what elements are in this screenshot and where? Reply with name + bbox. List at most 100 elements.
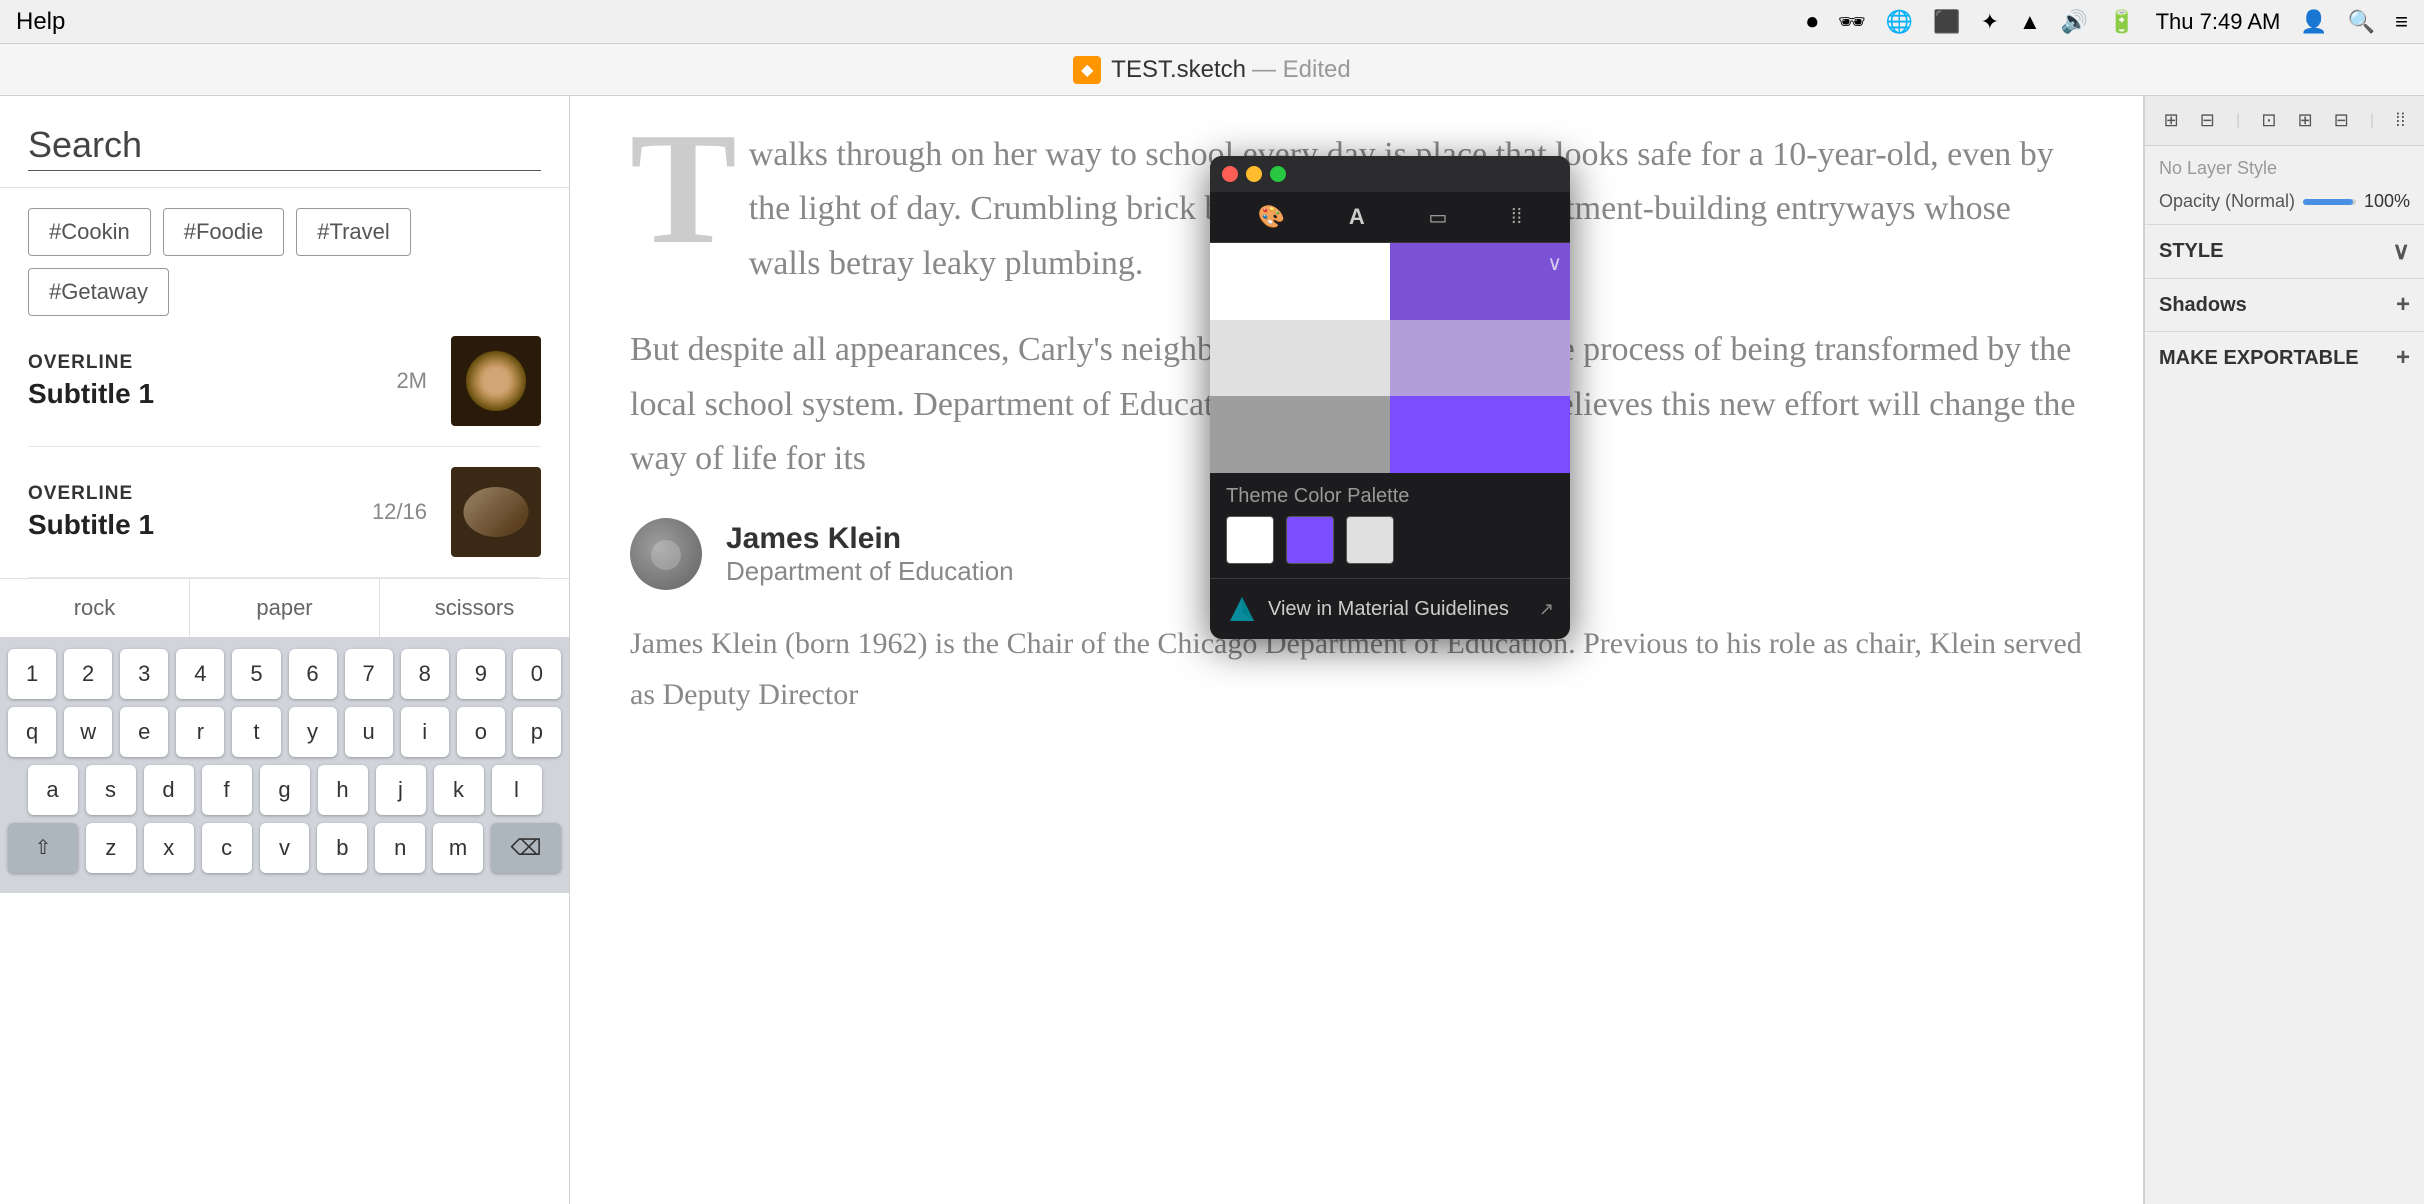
key-w[interactable]: w xyxy=(64,707,112,757)
author-avatar xyxy=(630,518,702,590)
color-swatch-gray[interactable] xyxy=(1210,396,1390,473)
color-tool-text[interactable]: A xyxy=(1349,204,1365,230)
battery-icon: 🔋 xyxy=(2108,9,2135,35)
key-e[interactable]: e xyxy=(120,707,168,757)
list-item-text-2: OVERLINE Subtitle 1 xyxy=(28,483,356,541)
key-f[interactable]: f xyxy=(202,765,252,815)
color-swatch-midpurple[interactable] xyxy=(1390,320,1570,397)
key-2[interactable]: 2 xyxy=(64,649,112,699)
key-7[interactable]: 7 xyxy=(345,649,393,699)
close-button[interactable] xyxy=(1222,166,1238,182)
search-icon[interactable]: 🔍 xyxy=(2348,9,2375,35)
list-item-2[interactable]: OVERLINE Subtitle 1 12/16 xyxy=(28,447,541,578)
hashtag-travel[interactable]: #Travel xyxy=(296,208,411,256)
key-s[interactable]: s xyxy=(86,765,136,815)
minimize-button[interactable] xyxy=(1246,166,1262,182)
color-tool-rect[interactable]: ▭ xyxy=(1428,205,1447,230)
key-d[interactable]: d xyxy=(144,765,194,815)
color-tool-palette[interactable]: 🎨 xyxy=(1258,204,1285,230)
hashtag-getaway[interactable]: #Getaway xyxy=(28,268,169,316)
list-icon[interactable]: ≡ xyxy=(2395,9,2408,35)
key-c[interactable]: c xyxy=(202,823,252,873)
key-z[interactable]: z xyxy=(86,823,136,873)
color-swatch-purple[interactable]: ∨ xyxy=(1390,243,1570,320)
bottom-tabs: rock paper scissors xyxy=(0,578,569,637)
key-4[interactable]: 4 xyxy=(176,649,224,699)
key-g[interactable]: g xyxy=(260,765,310,815)
opacity-bar-fill xyxy=(2303,199,2353,205)
key-i[interactable]: i xyxy=(401,707,449,757)
style-chevron[interactable]: ∨ xyxy=(2392,237,2410,266)
key-8[interactable]: 8 xyxy=(401,649,449,699)
maximize-button[interactable] xyxy=(1270,166,1286,182)
key-b[interactable]: b xyxy=(317,823,367,873)
title-bar: ◆ TEST.sketch — Edited xyxy=(0,44,2424,96)
hashtag-cooking[interactable]: #Cookin xyxy=(28,208,151,256)
inspector-tool-align-right[interactable]: ⊟ xyxy=(2334,110,2349,131)
color-swatch-darkpurple[interactable] xyxy=(1390,396,1570,473)
user-icon: 👤 xyxy=(2300,9,2327,35)
item-meta-1: 2M xyxy=(396,368,427,394)
opacity-value: 100% xyxy=(2364,191,2410,212)
list-item[interactable]: OVERLINE Subtitle 1 2M xyxy=(28,316,541,447)
material-guidelines-link[interactable]: View in Material Guidelines ↗ xyxy=(1210,578,1570,639)
exportable-label: MAKE EXPORTABLE xyxy=(2159,347,2359,370)
keyboard-row-q: q w e r t y u i o p xyxy=(8,707,561,757)
key-l[interactable]: l xyxy=(492,765,542,815)
bluetooth-icon: ✦ xyxy=(1981,9,1999,35)
chevron-down-icon[interactable]: ∨ xyxy=(1547,251,1562,276)
theme-swatch-white[interactable] xyxy=(1226,516,1274,564)
inspector-tool-align-center[interactable]: ⊞ xyxy=(2298,110,2313,131)
key-t[interactable]: t xyxy=(232,707,280,757)
color-tool-dots[interactable]: ⁞⁞ xyxy=(1511,206,1522,229)
key-shift[interactable]: ⇧ xyxy=(8,823,78,873)
color-swatch-white[interactable] xyxy=(1210,243,1390,320)
menu-help[interactable]: Help xyxy=(16,8,65,36)
key-p[interactable]: p xyxy=(513,707,561,757)
inspector-tool-layout[interactable]: ⊟ xyxy=(2200,110,2215,131)
key-a[interactable]: a xyxy=(28,765,78,815)
key-n[interactable]: n xyxy=(375,823,425,873)
key-u[interactable]: u xyxy=(345,707,393,757)
list-item-text-1: OVERLINE Subtitle 1 xyxy=(28,352,380,410)
airplay-icon: ⬛ xyxy=(1933,9,1960,35)
key-x[interactable]: x xyxy=(144,823,194,873)
key-5[interactable]: 5 xyxy=(232,649,280,699)
color-swatch-lightgray[interactable] xyxy=(1210,320,1390,397)
key-o[interactable]: o xyxy=(457,707,505,757)
tab-scissors[interactable]: scissors xyxy=(380,579,569,637)
item-overline-2: OVERLINE xyxy=(28,483,356,505)
key-0[interactable]: 0 xyxy=(513,649,561,699)
key-r[interactable]: r xyxy=(176,707,224,757)
key-m[interactable]: m xyxy=(433,823,483,873)
exportable-add-btn[interactable]: + xyxy=(2396,344,2410,372)
opacity-bar-container[interactable] xyxy=(2303,199,2356,205)
key-y[interactable]: y xyxy=(289,707,337,757)
theme-swatch-lightgray[interactable] xyxy=(1346,516,1394,564)
key-6[interactable]: 6 xyxy=(289,649,337,699)
key-9[interactable]: 9 xyxy=(457,649,505,699)
key-delete[interactable]: ⌫ xyxy=(491,823,561,873)
external-link-icon: ↗ xyxy=(1539,599,1554,620)
keyboard-row-numbers: 1 2 3 4 5 6 7 8 9 0 xyxy=(8,649,561,699)
key-k[interactable]: k xyxy=(434,765,484,815)
inspector-tool-distribute[interactable]: ⁞⁞ xyxy=(2395,110,2405,131)
theme-swatch-purple[interactable] xyxy=(1286,516,1334,564)
clock: Thu 7:49 AM xyxy=(2156,9,2281,35)
key-1[interactable]: 1 xyxy=(8,649,56,699)
key-q[interactable]: q xyxy=(8,707,56,757)
key-3[interactable]: 3 xyxy=(120,649,168,699)
opacity-row: Opacity (Normal) 100% xyxy=(2159,191,2410,212)
tab-paper[interactable]: paper xyxy=(190,579,380,637)
inspector-tool-grid[interactable]: ⊞ xyxy=(2164,110,2179,131)
menu-bar: Help ⏺ 🕶 🌐 ⬛ ✦ ▲ 🔊 🔋 Thu 7:49 AM 👤 🔍 ≡ xyxy=(0,0,2424,44)
tab-rock[interactable]: rock xyxy=(0,579,190,637)
key-v[interactable]: v xyxy=(260,823,310,873)
hashtag-foodie[interactable]: #Foodie xyxy=(163,208,285,256)
key-h[interactable]: h xyxy=(318,765,368,815)
key-j[interactable]: j xyxy=(376,765,426,815)
inspector-tool-align-left[interactable]: ⊡ xyxy=(2261,110,2276,131)
article-dropcap: T xyxy=(630,128,737,268)
shadows-add-btn[interactable]: + xyxy=(2396,291,2410,319)
theme-swatches xyxy=(1210,516,1570,578)
